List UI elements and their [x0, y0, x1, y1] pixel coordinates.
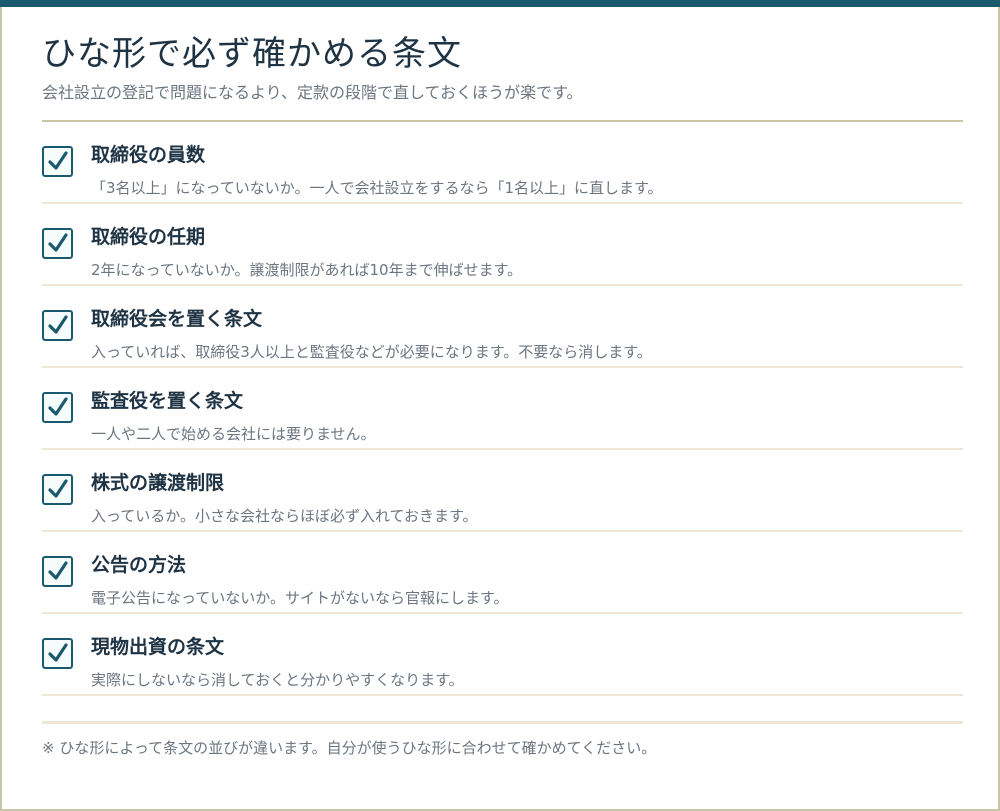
checklist-card: ひな形で必ず確かめる条文 会社設立の登記で問題になるより、定款の段階で直しておく…: [0, 0, 1000, 811]
item-description: 一人や二人で始める会社には要りません。: [91, 425, 376, 443]
checkbox-checked-icon[interactable]: [42, 228, 73, 259]
item-title: 取締役会を置く条文: [91, 308, 263, 330]
item-title: 現物出資の条文: [91, 636, 225, 658]
item-description: 入っているか。小さな会社ならほぼ必ず入れておきます。: [91, 507, 478, 525]
item-title: 監査役を置く条文: [91, 390, 244, 412]
divider-bottom: [42, 721, 963, 724]
checkbox-checked-icon[interactable]: [42, 310, 73, 341]
item-title: 取締役の任期: [91, 226, 206, 248]
accent-bar: [0, 0, 1000, 7]
checkmark-icon: [48, 479, 68, 498]
checklist-item: 取締役の員数 「3名以上」になっていないか。一人で会社設立をするなら「1名以上」…: [42, 122, 963, 204]
item-description: 2年になっていないか。譲渡制限があれば10年まで伸ばせます。: [91, 261, 523, 279]
item-description: 「3名以上」になっていないか。一人で会社設立をするなら「1名以上」に直します。: [91, 179, 663, 197]
checkmark-icon: [48, 151, 68, 170]
checkbox-checked-icon[interactable]: [42, 392, 73, 423]
checkmark-icon: [48, 643, 68, 662]
checklist-item: 株式の譲渡制限 入っているか。小さな会社ならほぼ必ず入れておきます。: [42, 450, 963, 532]
checkbox-checked-icon[interactable]: [42, 474, 73, 505]
checklist: 取締役の員数 「3名以上」になっていないか。一人で会社設立をするなら「1名以上」…: [42, 122, 963, 696]
checklist-item: 公告の方法 電子公告になっていないか。サイトがないなら官報にします。: [42, 532, 963, 614]
item-description: 入っていれば、取締役3人以上と監査役などが必要になります。不要なら消します。: [91, 343, 652, 361]
checklist-item: 監査役を置く条文 一人や二人で始める会社には要りません。: [42, 368, 963, 450]
checkbox-checked-icon[interactable]: [42, 556, 73, 587]
checkmark-icon: [48, 397, 68, 416]
footnote: ※ ひな形によって条文の並びが違います。自分が使うひな形に合わせて確かめてくださ…: [42, 739, 657, 757]
checkbox-checked-icon[interactable]: [42, 146, 73, 177]
checkmark-icon: [48, 315, 68, 334]
page-title: ひな形で必ず確かめる条文: [42, 34, 462, 74]
checkbox-checked-icon[interactable]: [42, 638, 73, 669]
checklist-item: 取締役の任期 2年になっていないか。譲渡制限があれば10年まで伸ばせます。: [42, 204, 963, 286]
checkmark-icon: [48, 561, 68, 580]
item-description: 実際にしないなら消しておくと分かりやすくなります。: [91, 671, 464, 689]
checklist-item: 現物出資の条文 実際にしないなら消しておくと分かりやすくなります。: [42, 614, 963, 696]
item-title: 株式の譲渡制限: [91, 472, 225, 494]
page-subtitle: 会社設立の登記で問題になるより、定款の段階で直しておくほうが楽です。: [42, 83, 583, 102]
checklist-item: 取締役会を置く条文 入っていれば、取締役3人以上と監査役などが必要になります。不…: [42, 286, 963, 368]
item-title: 公告の方法: [91, 554, 187, 576]
item-description: 電子公告になっていないか。サイトがないなら官報にします。: [91, 589, 509, 607]
item-title: 取締役の員数: [91, 144, 206, 166]
checkmark-icon: [48, 233, 68, 252]
